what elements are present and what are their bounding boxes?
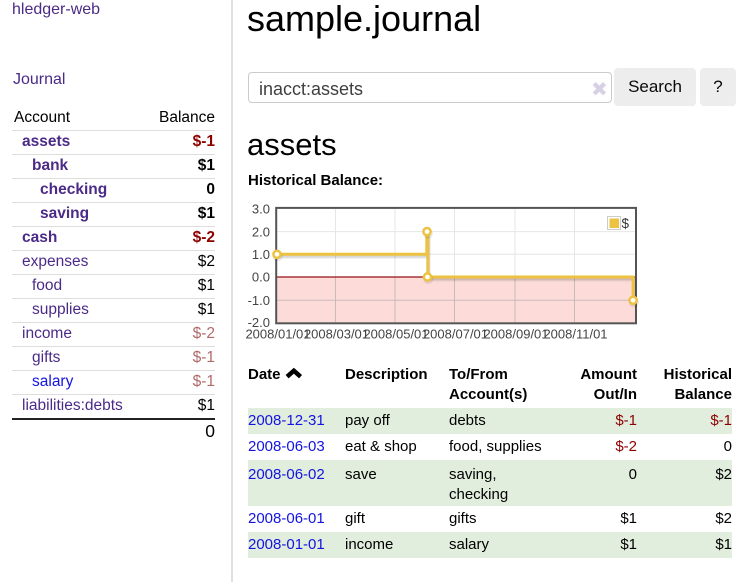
svg-text:3.0: 3.0	[252, 202, 270, 217]
svg-text:1.0: 1.0	[252, 247, 270, 262]
svg-text:2008/09/01: 2008/09/01	[483, 327, 548, 342]
svg-text:2008/07/01: 2008/07/01	[423, 327, 488, 342]
svg-text:2008/01/01: 2008/01/01	[245, 327, 310, 342]
svg-text:2008/05/01: 2008/05/01	[363, 327, 428, 342]
svg-text:2008/03/01: 2008/03/01	[304, 327, 369, 342]
svg-text:-1.0: -1.0	[248, 293, 270, 308]
svg-text:2.0: 2.0	[252, 224, 270, 239]
svg-text:$: $	[622, 216, 630, 231]
svg-text:0.0: 0.0	[252, 270, 270, 285]
svg-text:2008/11/01: 2008/11/01	[543, 327, 607, 342]
